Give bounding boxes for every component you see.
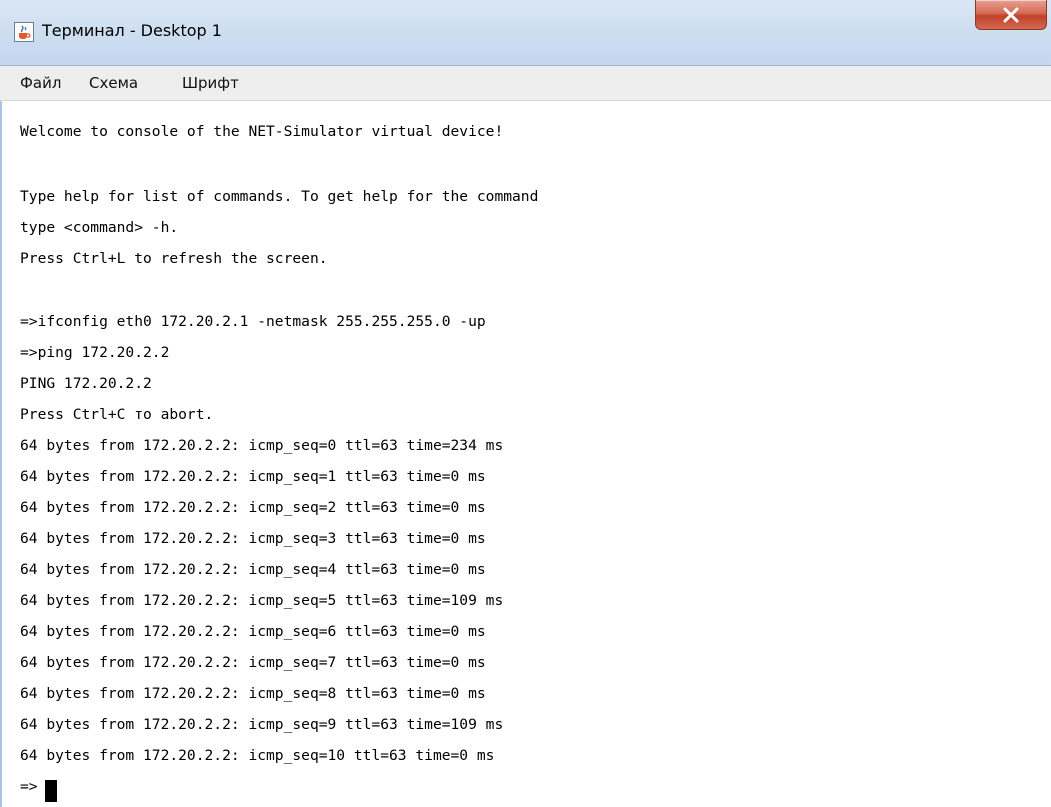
console-line: =>ping 172.20.2.2 (20, 344, 170, 361)
terminal-window: Терминал - Desktop 1 Файл Схема Шрифт We… (0, 0, 1051, 807)
menu-font[interactable]: Шрифт (182, 74, 239, 92)
menu-scheme[interactable]: Схема (89, 74, 138, 92)
console-line: 64 bytes from 172.20.2.2: icmp_seq=7 ttl… (20, 654, 486, 671)
console-line: 64 bytes from 172.20.2.2: icmp_seq=9 ttl… (20, 716, 504, 733)
menu-file[interactable]: Файл (20, 74, 61, 92)
close-icon (1003, 7, 1019, 22)
console-line: Type help for list of commands. To get h… (20, 188, 539, 205)
console-line: PING 172.20.2.2 (20, 375, 152, 392)
console-line: 64 bytes from 172.20.2.2: icmp_seq=2 ttl… (20, 499, 486, 516)
title-bar[interactable]: Терминал - Desktop 1 (0, 0, 1051, 66)
console-line: 64 bytes from 172.20.2.2: icmp_seq=3 ttl… (20, 530, 486, 547)
console-line: type <command> -h. (20, 219, 179, 236)
close-button[interactable] (975, 0, 1047, 30)
console-line: 64 bytes from 172.20.2.2: icmp_seq=10 tt… (20, 747, 495, 764)
console-line: Press Ctrl+L to refresh the screen. (20, 250, 328, 267)
console-line: Press Ctrl+C то abort. (20, 406, 214, 423)
text-cursor (45, 780, 57, 802)
console-line: Welcome to console of the NET-Simulator … (20, 123, 504, 140)
console-line: 64 bytes from 172.20.2.2: icmp_seq=1 ttl… (20, 468, 486, 485)
window-title: Терминал - Desktop 1 (42, 21, 222, 40)
console-line: =>ifconfig eth0 172.20.2.1 -netmask 255.… (20, 313, 486, 330)
console-line: 64 bytes from 172.20.2.2: icmp_seq=6 ttl… (20, 623, 486, 640)
console-line: 64 bytes from 172.20.2.2: icmp_seq=5 ttl… (20, 592, 504, 609)
console-line: 64 bytes from 172.20.2.2: icmp_seq=8 ttl… (20, 685, 486, 702)
console-line: 64 bytes from 172.20.2.2: icmp_seq=0 ttl… (20, 437, 504, 454)
menu-bar: Файл Схема Шрифт (0, 66, 1051, 101)
java-cup-icon (14, 22, 34, 42)
console-line: 64 bytes from 172.20.2.2: icmp_seq=4 ttl… (20, 561, 486, 578)
console-prompt: => (20, 778, 38, 795)
